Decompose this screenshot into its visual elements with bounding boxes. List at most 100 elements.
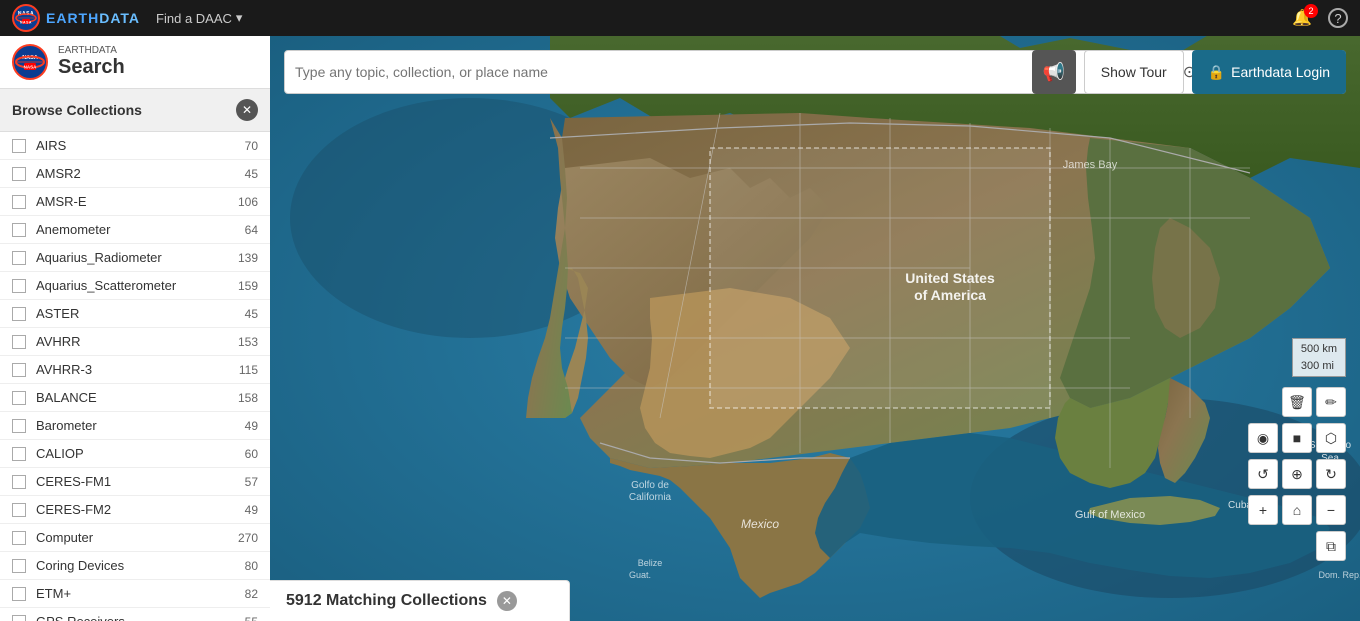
facet-checkbox[interactable] [12, 279, 26, 293]
svg-text:Guat.: Guat. [629, 570, 651, 580]
facet-name: AMSR2 [36, 166, 245, 181]
find-daac-button[interactable]: Find a DAAC ▾ [156, 10, 242, 26]
facet-count: 158 [238, 391, 258, 405]
facet-checkbox[interactable] [12, 531, 26, 545]
svg-text:Golfo de: Golfo de [631, 480, 669, 491]
trash-button[interactable]: 🗑 [1282, 387, 1312, 417]
svg-text:NASA: NASA [20, 21, 32, 25]
facet-checkbox[interactable] [12, 251, 26, 265]
browse-collections-close-button[interactable]: ✕ [236, 99, 258, 121]
facet-checkbox[interactable] [12, 363, 26, 377]
facet-checkbox[interactable] [12, 391, 26, 405]
facet-item[interactable]: CERES-FM2 49 [0, 496, 270, 524]
facet-item[interactable]: AMSR-E 106 [0, 188, 270, 216]
facet-count: 45 [245, 307, 258, 321]
map-layer-controls: ⧉ [1316, 531, 1346, 561]
facet-item[interactable]: Barometer 49 [0, 412, 270, 440]
nasa-logo: NASA NASA EARTHDATA [12, 4, 140, 32]
facet-name: Aquarius_Scatterometer [36, 278, 238, 293]
facet-count: 106 [238, 195, 258, 209]
polygon-button[interactable]: ⬡ [1316, 423, 1346, 453]
facet-name: Barometer [36, 418, 245, 433]
facet-item[interactable]: Computer 270 [0, 524, 270, 552]
facet-item[interactable]: ASTER 45 [0, 300, 270, 328]
question-icon: ? [1328, 8, 1348, 28]
facet-checkbox[interactable] [12, 475, 26, 489]
top-navigation: NASA NASA EARTHDATA Find a DAAC ▾ 🔔 2 ? [0, 0, 1360, 36]
facet-item[interactable]: CALIOP 60 [0, 440, 270, 468]
earthdata-login-button[interactable]: 🔒 Earthdata Login [1192, 50, 1346, 94]
facet-count: 64 [245, 223, 258, 237]
map-background: United States of America Mexico Gulf of … [270, 36, 1360, 621]
facet-item[interactable]: AVHRR 153 [0, 328, 270, 356]
facet-count: 82 [245, 587, 258, 601]
nasa-logo-icon: NASA NASA [12, 4, 40, 32]
facet-name: BALANCE [36, 390, 238, 405]
facet-name: ASTER [36, 306, 245, 321]
facet-item[interactable]: Aquarius_Scatterometer 159 [0, 272, 270, 300]
help-button[interactable]: ? [1328, 8, 1348, 28]
zoom-out-button[interactable]: − [1316, 495, 1346, 525]
facet-item[interactable]: AMSR2 45 [0, 160, 270, 188]
facet-checkbox[interactable] [12, 139, 26, 153]
facet-checkbox[interactable] [12, 587, 26, 601]
facet-item[interactable]: CERES-FM1 57 [0, 468, 270, 496]
facets-list: AIRS 70 AMSR2 45 AMSR-E 106 Anemometer 6… [0, 132, 270, 621]
facet-checkbox[interactable] [12, 335, 26, 349]
scale-bar: 500 km 300 mi [1292, 338, 1346, 377]
show-tour-button[interactable]: Show Tour [1084, 50, 1184, 94]
notifications-button[interactable]: 🔔 2 [1292, 8, 1312, 28]
facet-name: CERES-FM2 [36, 502, 245, 517]
facet-checkbox[interactable] [12, 223, 26, 237]
svg-text:James Bay: James Bay [1063, 159, 1118, 171]
facet-checkbox[interactable] [12, 559, 26, 573]
facet-checkbox[interactable] [12, 419, 26, 433]
svg-text:Gulf of Mexico: Gulf of Mexico [1075, 509, 1145, 521]
map-rotate-controls: ↺ ⊕ ↻ [1248, 459, 1346, 489]
facet-name: ETM+ [36, 586, 245, 601]
earthdata-search-title: EARTHDATA Search [58, 45, 125, 79]
map-container[interactable]: United States of America Mexico Gulf of … [270, 36, 1360, 621]
map-draw-controls: ◉ ■ ⬡ [1248, 423, 1346, 453]
layers-button[interactable]: ⧉ [1316, 531, 1346, 561]
facet-name: CERES-FM1 [36, 474, 245, 489]
announcement-button[interactable]: 📢 [1032, 50, 1076, 94]
rotate-left-button[interactable]: ↺ [1248, 459, 1278, 489]
rotate-right-button[interactable]: ↻ [1316, 459, 1346, 489]
facet-item[interactable]: Coring Devices 80 [0, 552, 270, 580]
facet-item[interactable]: AIRS 70 [0, 132, 270, 160]
facet-count: 45 [245, 167, 258, 181]
facet-checkbox[interactable] [12, 167, 26, 181]
facet-count: 70 [245, 139, 258, 153]
matching-close-button[interactable]: ✕ [497, 591, 517, 611]
facet-checkbox[interactable] [12, 615, 26, 621]
home-button[interactable]: ⌂ [1282, 495, 1312, 525]
facet-item[interactable]: GPS Receivers 55 [0, 608, 270, 621]
facet-checkbox[interactable] [12, 307, 26, 321]
facet-name: Coring Devices [36, 558, 245, 573]
announcement-icon: 📢 [1043, 62, 1065, 83]
facet-item[interactable]: ETM+ 82 [0, 580, 270, 608]
marker-button[interactable]: ◉ [1248, 423, 1278, 453]
facet-item[interactable]: Anemometer 64 [0, 216, 270, 244]
facet-item[interactable]: BALANCE 158 [0, 384, 270, 412]
facet-item[interactable]: Aquarius_Radiometer 139 [0, 244, 270, 272]
edit-button[interactable]: ✏ [1316, 387, 1346, 417]
facet-checkbox[interactable] [12, 503, 26, 517]
top-right-buttons: 📢 Show Tour 🔒 Earthdata Login [1032, 50, 1346, 94]
zoom-in-button[interactable]: + [1248, 495, 1278, 525]
map-controls: 500 km 300 mi 🗑 ✏ ◉ ■ ⬡ ↺ ⊕ ↻ + [1248, 338, 1346, 561]
svg-text:NASA: NASA [24, 65, 38, 70]
globe-button[interactable]: ⊕ [1282, 459, 1312, 489]
browse-collections-label: Browse Collections [12, 102, 142, 118]
map-zoom-controls: + ⌂ − [1248, 495, 1346, 525]
matching-count-label: 5912 Matching Collections [286, 592, 487, 610]
facet-count: 115 [239, 363, 258, 377]
facet-checkbox[interactable] [12, 195, 26, 209]
facet-checkbox[interactable] [12, 447, 26, 461]
matching-collections-bar: 5912 Matching Collections ✕ [270, 580, 570, 621]
facet-count: 55 [245, 615, 258, 621]
square-button[interactable]: ■ [1282, 423, 1312, 453]
facet-name: CALIOP [36, 446, 245, 461]
facet-item[interactable]: AVHRR-3 115 [0, 356, 270, 384]
